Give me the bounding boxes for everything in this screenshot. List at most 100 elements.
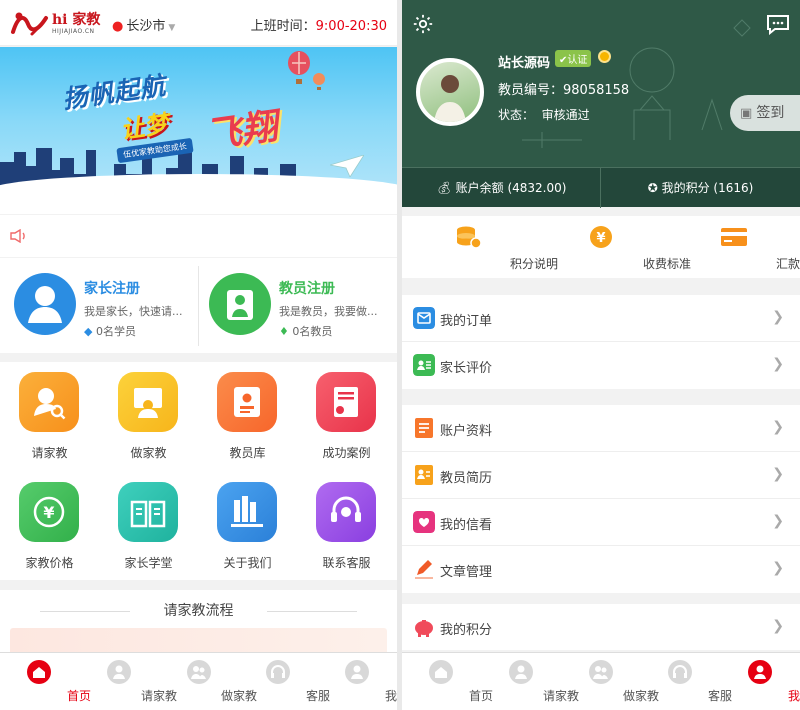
svg-text:¥: ¥ bbox=[596, 231, 605, 246]
grid-item-be-tutor[interactable]: 做家教 bbox=[99, 362, 198, 470]
grid-item-tutor-price[interactable]: ¥ 家教价格 bbox=[0, 472, 99, 580]
money-bag-icon: 💰︎ bbox=[436, 181, 456, 195]
chevron-right-icon: ❯ bbox=[772, 618, 784, 634]
menu-item-my-points[interactable]: 我的积分 ❯ bbox=[402, 604, 800, 650]
teacher-register-card[interactable]: 教员注册 我是教员，我要做... ♦ 0名教员 bbox=[199, 258, 397, 353]
grid-label: 家教价格 bbox=[25, 556, 74, 570]
teacher-register-desc: 我是教员，我要做... bbox=[279, 305, 378, 318]
teacher-avatar-icon bbox=[209, 273, 271, 335]
announcement-bar[interactable] bbox=[0, 215, 397, 257]
process-steps bbox=[10, 628, 387, 652]
grid-label: 成功案例 bbox=[322, 446, 371, 460]
city-selector[interactable]: ● 长沙市 ▼ bbox=[112, 15, 175, 34]
tab-mine[interactable]: 我的 bbox=[318, 653, 397, 710]
tab-mine[interactable]: 我的 bbox=[720, 653, 800, 710]
menu-group-3: 我的积分 ❯ bbox=[402, 604, 800, 650]
tab-find-tutor[interactable]: 请家教 bbox=[79, 653, 177, 710]
banner-headline-2: 让梦 bbox=[118, 109, 171, 145]
status-label: 状态： bbox=[498, 108, 535, 122]
menu-item-my-letters[interactable]: 我的信看 ❯ bbox=[402, 499, 800, 546]
teacher-board-icon bbox=[118, 372, 178, 432]
menu-item-account-info[interactable]: 账户资料 ❯ bbox=[402, 405, 800, 452]
resume-icon bbox=[415, 465, 433, 485]
logo[interactable]: hi 家教 HIJIAJIAO.CN bbox=[10, 8, 105, 40]
menu-item-parent-reviews[interactable]: 家长评价 ❯ bbox=[402, 342, 800, 389]
tab-service[interactable]: 客服 bbox=[641, 653, 732, 710]
account-balance[interactable]: 💰︎ 账户余额 (4832.00) bbox=[402, 168, 601, 208]
menu-item-article-manage[interactable]: 文章管理 ❯ bbox=[402, 546, 800, 593]
grid-label: 请家教 bbox=[31, 446, 68, 460]
books-icon bbox=[217, 482, 277, 542]
student-count-value: 0名学员 bbox=[95, 325, 136, 338]
menu-label: 我的信看 bbox=[440, 518, 493, 533]
menu-label: 文章管理 bbox=[440, 565, 493, 580]
teacher-count-icon: ♦ bbox=[279, 325, 293, 338]
chevron-right-icon: ❯ bbox=[772, 309, 784, 325]
menu-group-2: 账户资料 ❯ 教员简历 ❯ 我的信看 ❯ 文章管理 ❯ bbox=[402, 405, 800, 593]
settings-gear-icon[interactable] bbox=[412, 13, 434, 35]
teacher-register-title: 教员注册 bbox=[279, 281, 335, 297]
quick-label: 汇款账号 bbox=[775, 257, 800, 271]
verified-badge: ✔认证 bbox=[555, 50, 592, 67]
audit-status: 状态： 审核通过 bbox=[498, 106, 590, 123]
profile-avatar[interactable] bbox=[416, 58, 484, 126]
svg-text:¥: ¥ bbox=[43, 503, 54, 522]
home-icon bbox=[27, 660, 51, 684]
tutor-process-section: 请家教流程 bbox=[0, 590, 397, 652]
bottom-tab-bar: 首页 请家教 做家教 客服 我的 bbox=[402, 652, 800, 710]
teacher-number: 教员编号：98058158 bbox=[498, 83, 630, 98]
group-icon bbox=[187, 660, 211, 684]
bottom-tab-bar: 首页 请家教 做家教 客服 我的 bbox=[0, 652, 397, 710]
chevron-right-icon: ❯ bbox=[772, 466, 784, 482]
speaker-icon bbox=[10, 229, 25, 243]
menu-label: 我的积分 bbox=[440, 623, 493, 638]
certificate-icon bbox=[316, 372, 376, 432]
tab-service[interactable]: 客服 bbox=[239, 653, 330, 710]
student-count: ◆ 0名学员 bbox=[84, 323, 136, 339]
teacher-count-value: 0名教员 bbox=[292, 325, 333, 338]
grid-item-success-cases[interactable]: 成功案例 bbox=[297, 362, 396, 470]
parent-register-desc: 我是家长，快速请... bbox=[84, 305, 183, 318]
tab-home[interactable]: 首页 bbox=[402, 653, 493, 710]
menu-item-my-orders[interactable]: 我的订单 ❯ bbox=[402, 295, 800, 342]
menu-label: 我的订单 bbox=[440, 314, 493, 329]
fee-standard-link[interactable]: ¥ 收费标准 bbox=[535, 216, 691, 278]
tab-label: 我的 bbox=[787, 689, 800, 703]
profile-screen: 站长源码 ✔认证 教员编号：98058158 状态： 审核通过 ▣ 签到 💰︎ … bbox=[402, 0, 800, 710]
menu-label: 家长评价 bbox=[440, 361, 493, 376]
star-circle-icon: ✪ bbox=[647, 181, 662, 195]
grid-item-parent-school[interactable]: 家长学堂 bbox=[99, 472, 198, 580]
tab-find-tutor[interactable]: 请家教 bbox=[481, 653, 579, 710]
grid-item-about-us[interactable]: 关于我们 bbox=[198, 472, 297, 580]
logo-mark-icon bbox=[11, 12, 48, 36]
sign-in-button[interactable]: ▣ 签到 bbox=[730, 95, 800, 131]
promo-banner[interactable]: 扬帆起航 让梦 飞翔 伍优家教助您成长 bbox=[0, 47, 397, 214]
tab-label: 我的 bbox=[384, 689, 397, 703]
parent-register-card[interactable]: 家长注册 我是家长，快速请... ◆ 0名学员 bbox=[0, 258, 198, 353]
tab-be-tutor[interactable]: 做家教 bbox=[159, 653, 257, 710]
grid-item-tutor-library[interactable]: 教员库 bbox=[198, 362, 297, 470]
menu-item-tutor-resume[interactable]: 教员简历 ❯ bbox=[402, 452, 800, 499]
points-info-link[interactable]: 积分说明 bbox=[402, 216, 558, 278]
remit-account-link[interactable]: 汇款账号 bbox=[668, 216, 800, 278]
order-icon bbox=[413, 307, 435, 329]
tab-home[interactable]: 首页 bbox=[0, 653, 91, 710]
grid-label: 家长学堂 bbox=[124, 556, 173, 570]
grid-item-customer-service[interactable]: 联系客服 bbox=[297, 472, 396, 580]
grid-item-find-tutor[interactable]: 请家教 bbox=[0, 362, 99, 470]
tab-be-tutor[interactable]: 做家教 bbox=[561, 653, 659, 710]
yen-icon: ¥ bbox=[19, 482, 79, 542]
bank-card-icon bbox=[721, 228, 747, 246]
message-bubble-icon[interactable] bbox=[766, 13, 790, 35]
teacher-count: ♦ 0名教员 bbox=[279, 323, 332, 339]
menu-label: 账户资料 bbox=[440, 424, 493, 439]
sign-in-label: 签到 bbox=[756, 105, 785, 121]
grid-label: 联系客服 bbox=[322, 556, 371, 570]
balloon-small-icon bbox=[313, 73, 325, 90]
brand-name: hi 家教 bbox=[52, 12, 101, 28]
parent-register-title: 家长注册 bbox=[84, 281, 140, 297]
my-points[interactable]: ✪ 我的积分 (1616) bbox=[601, 168, 800, 208]
user-icon bbox=[748, 660, 772, 684]
city-name: 长沙市 bbox=[126, 19, 166, 34]
chevron-down-icon: ▼ bbox=[168, 23, 176, 33]
